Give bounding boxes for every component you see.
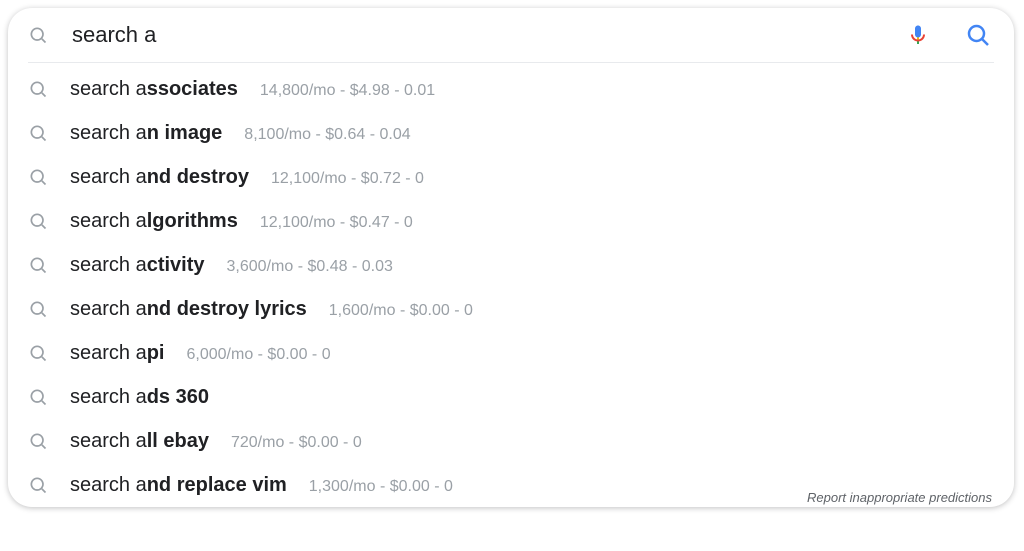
suggestion-stats: 3,600/mo - $0.48 - 0.03 [227, 258, 393, 276]
suggestion-text: search associates 14,800/mo - $4.98 - 0.0… [70, 78, 435, 101]
suggestion-stats: 12,100/mo - $0.47 - 0 [260, 214, 413, 232]
suggestion-stats: 720/mo - $0.00 - 0 [231, 434, 362, 452]
suggestion-text: search an image 8,100/mo - $0.64 - 0.04 [70, 122, 411, 145]
suggestion-text: search all ebay 720/mo - $0.00 - 0 [70, 430, 362, 453]
suggestion-text: search and destroy lyrics 1,600/mo - $0.0… [70, 298, 473, 321]
suggestion-stats: 8,100/mo - $0.64 - 0.04 [244, 126, 410, 144]
search-icon [28, 343, 48, 363]
suggestion-stats: 1,300/mo - $0.00 - 0 [309, 478, 453, 496]
suggestion-completion: nd replace vim [147, 474, 287, 497]
suggestion-stats: 12,100/mo - $0.72 - 0 [271, 170, 424, 188]
suggestion-item[interactable]: search associates 14,800/mo - $4.98 - 0.0… [8, 67, 1014, 111]
search-icon [28, 475, 48, 495]
suggestion-item[interactable]: search algorithms 12,100/mo - $0.47 - 0 [8, 199, 1014, 243]
suggestion-text: search and destroy 12,100/mo - $0.72 - 0 [70, 166, 424, 189]
search-icon [28, 211, 48, 231]
suggestion-prefix: search a [70, 122, 147, 145]
suggestion-prefix: search a [70, 342, 147, 365]
suggestion-stats: 6,000/mo - $0.00 - 0 [187, 346, 331, 364]
suggestion-prefix: search a [70, 386, 147, 409]
search-icon [28, 123, 48, 143]
suggestion-prefix: search a [70, 254, 147, 277]
suggestion-completion: ssociates [147, 78, 238, 101]
search-input[interactable] [70, 21, 906, 49]
suggestion-item[interactable]: search all ebay 720/mo - $0.00 - 0 [8, 419, 1014, 463]
search-icon [28, 387, 48, 407]
suggestion-stats: 14,800/mo - $4.98 - 0.01 [260, 82, 435, 100]
report-link[interactable]: Report inappropriate predictions [807, 490, 992, 505]
suggestion-completion: nd destroy lyrics [147, 298, 307, 321]
search-button[interactable] [966, 23, 990, 47]
suggestion-item[interactable]: search an image 8,100/mo - $0.64 - 0.04 [8, 111, 1014, 155]
suggestion-completion: nd destroy [147, 166, 249, 189]
search-icon [28, 431, 48, 451]
suggestion-prefix: search a [70, 474, 147, 497]
mic-icon[interactable] [906, 23, 930, 47]
suggestion-text: search and replace vim 1,300/mo - $0.00 -… [70, 474, 453, 497]
suggestion-text: search activity 3,600/mo - $0.48 - 0.03 [70, 254, 393, 277]
search-box: search associates14,800/mo - $4.98 - 0.0… [8, 8, 1014, 507]
suggestion-item[interactable]: search and destroy lyrics 1,600/mo - $0.0… [8, 287, 1014, 331]
search-icon [28, 299, 48, 319]
search-icon [28, 25, 48, 45]
search-icon [28, 79, 48, 99]
suggestion-prefix: search a [70, 78, 147, 101]
suggestion-stats: 1,600/mo - $0.00 - 0 [329, 302, 473, 320]
search-icon [28, 167, 48, 187]
suggestion-item[interactable]: search activity 3,600/mo - $0.48 - 0.03 [8, 243, 1014, 287]
suggestion-completion: pi [147, 342, 165, 365]
suggestion-item[interactable]: search and destroy 12,100/mo - $0.72 - 0 [8, 155, 1014, 199]
suggestion-item[interactable]: search ads 360 [8, 375, 1014, 419]
suggestion-completion: ctivity [147, 254, 205, 277]
suggestion-text: search ads 360 [70, 386, 231, 409]
suggestion-prefix: search a [70, 430, 147, 453]
suggestion-completion: n image [147, 122, 223, 145]
suggestion-completion: lgorithms [147, 210, 238, 233]
suggestion-completion: ds 360 [147, 386, 209, 409]
suggestion-prefix: search a [70, 298, 147, 321]
search-bar [8, 8, 1014, 62]
suggestion-prefix: search a [70, 210, 147, 233]
suggestion-prefix: search a [70, 166, 147, 189]
suggestion-text: search algorithms 12,100/mo - $0.47 - 0 [70, 210, 413, 233]
search-icon [28, 255, 48, 275]
suggestion-list: search associates14,800/mo - $4.98 - 0.0… [8, 63, 1014, 507]
suggestion-completion: ll ebay [147, 430, 209, 453]
suggestion-text: search api 6,000/mo - $0.00 - 0 [70, 342, 331, 365]
suggestion-item[interactable]: search api 6,000/mo - $0.00 - 0 [8, 331, 1014, 375]
